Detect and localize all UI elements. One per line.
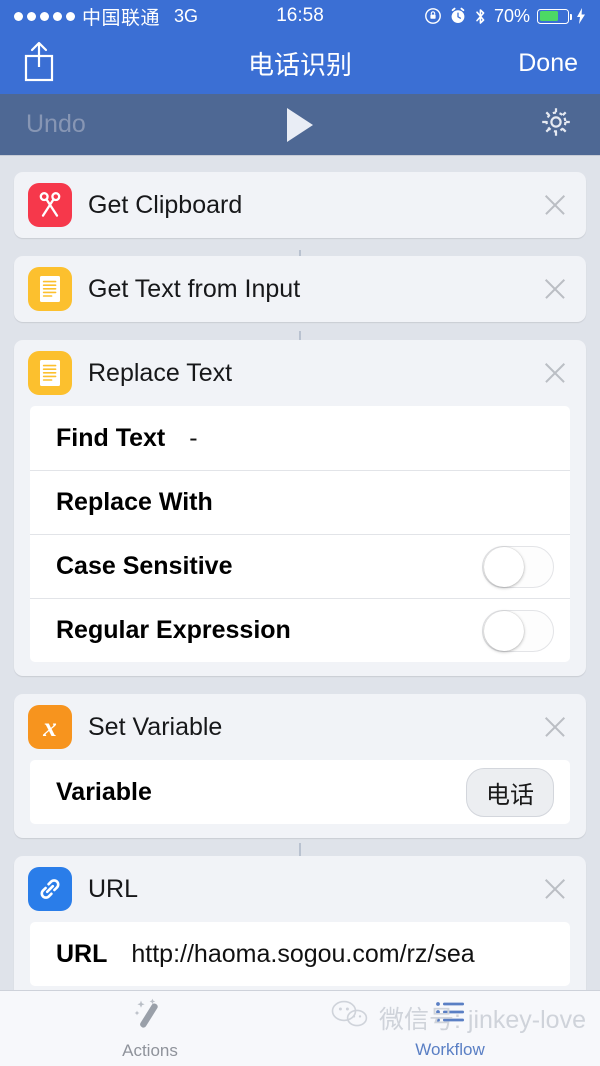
remove-action-button[interactable] <box>540 874 570 904</box>
tab-actions[interactable]: Actions <box>0 991 300 1066</box>
action-title: Get Text from Input <box>88 274 301 303</box>
page-title: 电话识别 <box>247 49 352 80</box>
param-row-case-sensitive[interactable]: Case Sensitive <box>30 534 570 598</box>
param-row-replace-with[interactable]: Replace With <box>30 470 570 534</box>
done-button[interactable]: Done <box>518 49 578 78</box>
gear-icon <box>538 108 574 144</box>
action-parameters: URL http://haoma.sogou.com/rz/sea <box>30 922 570 986</box>
run-workflow-button[interactable] <box>0 107 600 142</box>
action-card-get-text-from-input[interactable]: Get Text from Input <box>14 256 586 322</box>
action-card-set-variable[interactable]: x Set Variable Variable 电话 <box>14 694 586 838</box>
editor-toolbar: Undo <box>0 94 600 156</box>
action-card-get-clipboard[interactable]: Get Clipboard <box>14 172 586 238</box>
action-title: URL <box>88 874 139 903</box>
action-title: Replace Text <box>88 358 233 387</box>
bluetooth-icon <box>474 7 487 26</box>
variable-token[interactable]: 电话 <box>466 767 554 817</box>
toggle-knob <box>484 546 524 587</box>
status-bar: 中国联通 3G 16:58 70% <box>0 0 600 32</box>
param-value[interactable]: http://haoma.sogou.com/rz/sea <box>131 940 474 969</box>
remove-action-button[interactable] <box>540 190 570 220</box>
network-type-label: 3G <box>174 5 199 26</box>
remove-action-button[interactable] <box>540 274 570 304</box>
param-row-find-text[interactable]: Find Text - <box>30 406 570 470</box>
status-bar-right: 70% <box>424 6 586 27</box>
settings-button[interactable] <box>538 104 574 145</box>
action-card-url[interactable]: URL URL http://haoma.sogou.com/rz/sea <box>14 856 586 990</box>
tab-workflow[interactable]: Workflow <box>300 991 600 1066</box>
action-card-header: Replace Text <box>14 340 586 406</box>
battery-percent-label: 70% <box>493 5 530 26</box>
param-row-regular-expression[interactable]: Regular Expression <box>30 598 570 662</box>
link-icon <box>28 867 72 911</box>
nav-bar: 电话识别 Done <box>0 32 600 94</box>
rotation-lock-icon <box>424 7 442 25</box>
signal-strength-icon <box>14 11 75 21</box>
action-parameters: Variable 电话 <box>30 760 570 824</box>
bottom-tab-bar: Actions Workflow <box>0 990 600 1066</box>
action-stack: Get Clipboard Get Text from Input Replac… <box>0 156 600 990</box>
param-value[interactable]: - <box>189 424 197 453</box>
action-card-header: x Set Variable <box>14 694 586 760</box>
param-row-variable[interactable]: Variable 电话 <box>30 760 570 824</box>
toggle-knob <box>484 610 524 651</box>
tab-label: Actions <box>122 1040 178 1060</box>
action-title: Get Clipboard <box>88 190 243 219</box>
tab-label: Workflow <box>415 1039 485 1059</box>
workflow-action-list[interactable]: Get Clipboard Get Text from Input Replac… <box>0 156 600 990</box>
case-sensitive-toggle[interactable] <box>482 545 554 588</box>
status-bar-left: 中国联通 3G <box>14 3 198 30</box>
param-label: Case Sensitive <box>56 552 233 580</box>
workflow-app-screen: 中国联通 3G 16:58 70% 电话识别 Done Undo Get Cli… <box>0 0 600 1066</box>
regular-expression-toggle[interactable] <box>482 609 554 652</box>
scissors-icon <box>28 183 72 227</box>
action-parameters: Find Text - Replace With Case Sensitive … <box>30 406 570 662</box>
magic-wand-icon <box>129 997 171 1038</box>
remove-action-button[interactable] <box>540 712 570 742</box>
battery-icon <box>537 8 573 24</box>
action-card-replace-text[interactable]: Replace Text Find Text - Replace With Ca… <box>14 340 586 676</box>
play-icon <box>287 107 313 142</box>
alarm-icon <box>449 7 467 25</box>
param-row-url[interactable]: URL http://haoma.sogou.com/rz/sea <box>30 922 570 986</box>
carrier-label: 中国联通 <box>82 7 161 29</box>
param-label: Regular Expression <box>56 616 291 644</box>
document-icon <box>28 351 72 395</box>
param-label: Replace With <box>56 488 213 516</box>
action-card-header: URL <box>14 856 586 922</box>
param-label: URL <box>56 939 108 968</box>
action-card-header: Get Text from Input <box>14 256 586 322</box>
param-label: Variable <box>56 777 152 806</box>
action-title: Set Variable <box>88 712 223 741</box>
variable-x-glyph: x <box>43 711 57 742</box>
share-icon[interactable] <box>22 40 56 87</box>
charging-bolt-icon <box>576 8 586 24</box>
variable-x-icon: x <box>28 705 72 749</box>
list-icon <box>430 998 470 1037</box>
action-card-header: Get Clipboard <box>14 172 586 238</box>
remove-action-button[interactable] <box>540 358 570 388</box>
document-icon <box>28 267 72 311</box>
param-label: Find Text <box>56 423 166 452</box>
